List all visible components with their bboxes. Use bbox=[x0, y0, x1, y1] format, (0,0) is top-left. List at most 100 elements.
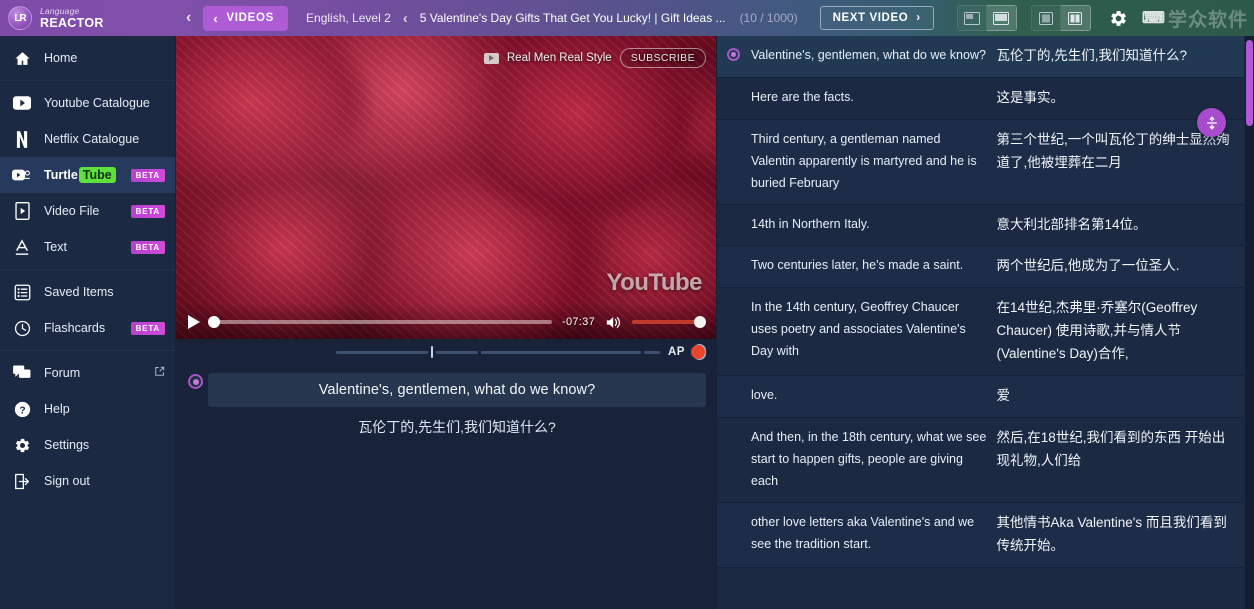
volume-slider[interactable] bbox=[632, 316, 706, 328]
sidebar-divider bbox=[0, 80, 175, 81]
transcript-bullet-spacer bbox=[727, 255, 741, 258]
video-size-small-button[interactable] bbox=[956, 5, 987, 31]
transcript-source-text[interactable]: Here are the facts. bbox=[751, 87, 987, 109]
transcript-target-text[interactable]: 两个世纪后,他成为了一位圣人. bbox=[997, 255, 1233, 278]
table-row[interactable]: In the 14th century, Geoffrey Chaucer us… bbox=[717, 288, 1244, 377]
transcript-target-text[interactable]: 其他情书Aka Valentine's 而且我们看到传统开始。 bbox=[997, 512, 1233, 558]
small-video-icon bbox=[963, 11, 980, 25]
segment-piece[interactable] bbox=[336, 350, 428, 354]
transcript-target-text[interactable]: 第三个世纪,一个叫瓦伦丁的绅士显然殉道了,他被埋葬在二月 bbox=[997, 129, 1233, 175]
transcript-source-text[interactable]: love. bbox=[751, 385, 987, 407]
table-row[interactable]: Here are the facts. 这是事实。 bbox=[717, 78, 1244, 120]
sidebar-item-label: Sign out bbox=[44, 474, 90, 488]
next-video-label: NEXT VIDEO bbox=[832, 12, 909, 24]
table-row[interactable]: Two centuries later, he's made a saint. … bbox=[717, 246, 1244, 289]
subscribe-button[interactable]: SUBSCRIBE bbox=[619, 48, 706, 68]
videos-back-button[interactable]: ‹ VIDEOS bbox=[203, 5, 289, 31]
transcript-scrollbar-thumb[interactable] bbox=[1246, 40, 1253, 126]
table-row[interactable]: Third century, a gentleman named Valenti… bbox=[717, 119, 1244, 205]
transcript-source-text[interactable]: other love letters aka Valentine's and w… bbox=[751, 512, 987, 556]
transcript-source-text[interactable]: And then, in the 18th century, what we s… bbox=[751, 427, 987, 493]
channel-avatar-icon bbox=[483, 52, 499, 64]
transcript-source-text[interactable]: 14th in Northern Italy. bbox=[751, 214, 987, 236]
transcript-target-text[interactable]: 在14世纪,杰弗里·乔塞尔(Geoffrey Chaucer) 使用诗歌,并与情… bbox=[997, 297, 1233, 366]
video-counter: (10 / 1000) bbox=[739, 11, 798, 25]
transcript-source-text[interactable]: Valentine's, gentlemen, what do we know? bbox=[751, 45, 987, 67]
sidebar-item-netflix-catalogue[interactable]: Netflix Catalogue bbox=[0, 121, 175, 157]
transcript-bullet-spacer bbox=[727, 214, 741, 217]
sidebar-item-label: Settings bbox=[44, 438, 90, 452]
video-size-large-button[interactable] bbox=[986, 5, 1017, 31]
transcript-bullet-spacer bbox=[727, 427, 741, 430]
youtube-channel-overlay: Real Men Real Style SUBSCRIBE bbox=[483, 48, 706, 68]
sidebar-item-label: Netflix Catalogue bbox=[44, 132, 140, 146]
chevron-right-icon: › bbox=[916, 12, 921, 24]
sidebar-item-sign-out[interactable]: Sign out bbox=[0, 463, 175, 499]
sidebar-collapse-chevron-icon[interactable]: ‹ bbox=[176, 9, 201, 27]
segment-piece[interactable] bbox=[436, 350, 478, 354]
channel-name[interactable]: Real Men Real Style bbox=[507, 52, 612, 64]
transcript-target-text[interactable]: 然后,在18世纪,我们看到的东西 开始出现礼物,人们给 bbox=[997, 427, 1233, 473]
youtube-watermark: YouTube bbox=[606, 269, 702, 296]
table-row[interactable]: love. 爱 bbox=[717, 376, 1244, 419]
external-link-icon bbox=[154, 366, 165, 380]
sidebar-item-label: Video File bbox=[44, 204, 100, 218]
sidebar-item-help[interactable]: ? Help bbox=[0, 391, 175, 427]
sidebar-item-youtube-catalogue[interactable]: Youtube Catalogue bbox=[0, 85, 175, 121]
transcript-target-text[interactable]: 瓦伦丁的,先生们,我们知道什么? bbox=[997, 45, 1233, 68]
sidebar-item-home[interactable]: Home bbox=[0, 40, 175, 76]
sidebar-item-settings[interactable]: Settings bbox=[0, 427, 175, 463]
subtitle-source-text[interactable]: Valentine's, gentlemen, what do we know? bbox=[208, 373, 706, 407]
two-column-icon bbox=[1068, 11, 1083, 25]
settings-gear-button[interactable] bbox=[1109, 9, 1128, 28]
auto-pause-knob bbox=[691, 345, 705, 359]
subtitle-play-dot-icon[interactable] bbox=[188, 374, 203, 389]
segment-piece[interactable] bbox=[644, 350, 660, 354]
auto-pause-toggle[interactable] bbox=[691, 344, 706, 360]
sidebar-item-turtletube[interactable]: Turtle Tube BETA bbox=[0, 157, 175, 193]
beta-badge: BETA bbox=[130, 321, 165, 335]
volume-icon[interactable] bbox=[605, 315, 622, 330]
large-video-icon bbox=[993, 11, 1010, 25]
transcript-scrollbar[interactable] bbox=[1245, 36, 1254, 609]
brand-logo-block[interactable]: LR Language REACTOR bbox=[0, 0, 176, 36]
table-row[interactable]: And then, in the 18th century, what we s… bbox=[717, 418, 1244, 503]
play-button[interactable] bbox=[188, 315, 200, 329]
sidebar-item-saved-items[interactable]: Saved Items bbox=[0, 274, 175, 310]
sidebar-item-label: Saved Items bbox=[44, 285, 114, 299]
table-row[interactable]: other love letters aka Valentine's and w… bbox=[717, 502, 1244, 568]
seek-bar[interactable] bbox=[208, 316, 552, 328]
transcript-target-text[interactable]: 意大利北部排名第14位。 bbox=[997, 214, 1233, 237]
sidebar-item-video-file[interactable]: Video File BETA bbox=[0, 193, 175, 229]
volume-handle[interactable] bbox=[694, 316, 706, 328]
subtitle-segment-track[interactable] bbox=[186, 346, 660, 358]
table-row[interactable]: Valentine's, gentlemen, what do we know?… bbox=[717, 36, 1244, 78]
main-content: Real Men Real Style SUBSCRIBE YouTube -0… bbox=[176, 36, 1254, 609]
sidebar-item-label: Youtube Catalogue bbox=[44, 96, 150, 110]
transcript-target-text[interactable]: 这是事实。 bbox=[997, 87, 1233, 110]
subtitle-target-text[interactable]: 瓦伦丁的,先生们,我们知道什么? bbox=[208, 407, 706, 437]
segment-piece[interactable] bbox=[481, 350, 641, 354]
title-back-chevron-icon[interactable]: ‹ bbox=[391, 10, 420, 27]
sidebar-item-flashcards[interactable]: Flashcards BETA bbox=[0, 310, 175, 346]
layout-toggle-group bbox=[1030, 5, 1091, 31]
expand-collapse-icon[interactable] bbox=[1197, 108, 1226, 137]
svg-text:?: ? bbox=[19, 405, 25, 416]
sidebar-item-forum[interactable]: Forum bbox=[0, 355, 175, 391]
transcript-source-text[interactable]: Two centuries later, he's made a saint. bbox=[751, 255, 987, 277]
transcript-source-text[interactable]: Third century, a gentleman named Valenti… bbox=[751, 129, 987, 195]
sidebar-item-text[interactable]: Text BETA bbox=[0, 229, 175, 265]
transcript-scroll-area[interactable]: Valentine's, gentlemen, what do we know?… bbox=[717, 36, 1254, 609]
seek-handle[interactable] bbox=[208, 316, 220, 328]
segment-cursor[interactable] bbox=[431, 346, 433, 358]
layout-two-column-button[interactable] bbox=[1060, 5, 1091, 31]
next-video-button[interactable]: NEXT VIDEO › bbox=[819, 6, 934, 30]
video-player[interactable]: Real Men Real Style SUBSCRIBE YouTube -0… bbox=[176, 36, 716, 339]
table-row[interactable]: 14th in Northern Italy. 意大利北部排名第14位。 bbox=[717, 205, 1244, 247]
transcript-source-text[interactable]: In the 14th century, Geoffrey Chaucer us… bbox=[751, 297, 987, 363]
transcript-target-text[interactable]: 爱 bbox=[997, 385, 1233, 408]
layout-single-column-button[interactable] bbox=[1030, 5, 1061, 31]
language-level-label[interactable]: English, Level 2 bbox=[306, 11, 391, 25]
sidebar-item-label: Home bbox=[44, 51, 78, 65]
transcript-play-dot-icon[interactable] bbox=[727, 45, 741, 61]
